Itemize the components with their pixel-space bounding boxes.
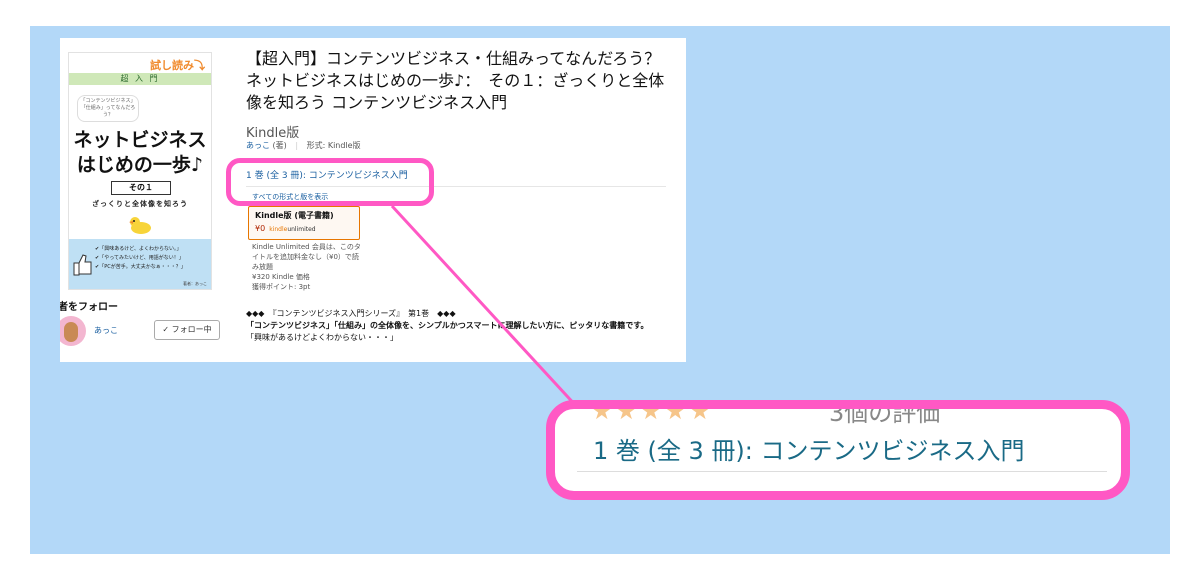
cover-title-line2: はじめの一歩♪ [76,154,204,176]
zoom-series-text: 1 巻 (全 3 冊): コンテンツビジネス入門 [593,437,1025,465]
author-role: (著) [272,141,287,150]
cover-speech-bubble: 「コンテンツビジネス」「仕組み」ってなんだろう？ [77,95,139,122]
kindle-price-box[interactable]: Kindle版 (電子書籍) ¥0 kindleunlimited [248,206,360,240]
trial-read-label[interactable]: 試し読み⤵ [150,57,205,73]
kindle-unlimited-info: Kindle Unlimited 会員は、このタイトルを追加料金なし（¥0）で読… [252,243,361,291]
follow-heading: 者をフォロー [60,302,118,313]
product-description: ◆◆◆ 『コンテンツビジネス入門シリーズ』 第1巻 ◆◆◆ 「コンテンツビジネス… [246,309,649,342]
kindle-unlimited-logo-2: unlimited [287,226,316,233]
highlight-box-small [226,158,434,206]
cover-bottom-band: ✔「興味あるけど、よくわからない。」 ✔「やってみたいけど、用語がない！」 ✔「… [69,239,211,289]
price-box-label: Kindle版 (電子書籍) [255,211,334,220]
zoom-stars: ★★★★★ [591,400,714,425]
zoom-divider [577,471,1107,472]
kindle-unlimited-logo: kindle [269,226,288,233]
cover-volume: その１ [111,181,171,195]
price-row: ¥0 kindleunlimited [255,224,316,233]
follow-button[interactable]: ✓ フォロー中 [154,320,220,340]
author-name-link[interactable]: あっこ [94,325,118,336]
cover-title-line1: ネットビジネス [73,129,207,151]
zoom-callout: ★★★★★ 3個の評価 1 巻 (全 3 冊): コンテンツビジネス入門 [546,400,1130,500]
cover-stripe: 超 入 門 [69,73,211,85]
book-cover[interactable]: 試し読み⤵ 超 入 門 「コンテンツビジネス」「仕組み」ってなんだろう？ ネット… [68,52,212,290]
author-avatar[interactable] [60,316,86,346]
cover-author: 著者：あっこ [183,281,207,286]
price-value: ¥0 [255,224,266,233]
zoom-ratings: 3個の評価 [829,400,941,427]
format-heading: Kindle版 [246,126,300,141]
byline-separator: | [295,141,299,150]
cover-subtitle: ざっくりと全体像を知ろう [92,200,188,208]
product-title: 【超入門】コンテンツビジネス・仕組みってなんだろう？ ネットビジネスはじめの一歩… [246,49,677,112]
thumbs-up-icon [73,254,92,276]
author-link[interactable]: あっこ [246,141,270,150]
duck-icon [129,217,151,234]
byline: あっこ (著) | 形式: Kindle版 [246,140,361,151]
cover-bullets: ✔「興味あるけど、よくわからない。」 ✔「やってみたいけど、用語がない！」 ✔「… [95,246,186,270]
format-label: 形式: Kindle版 [306,141,361,150]
